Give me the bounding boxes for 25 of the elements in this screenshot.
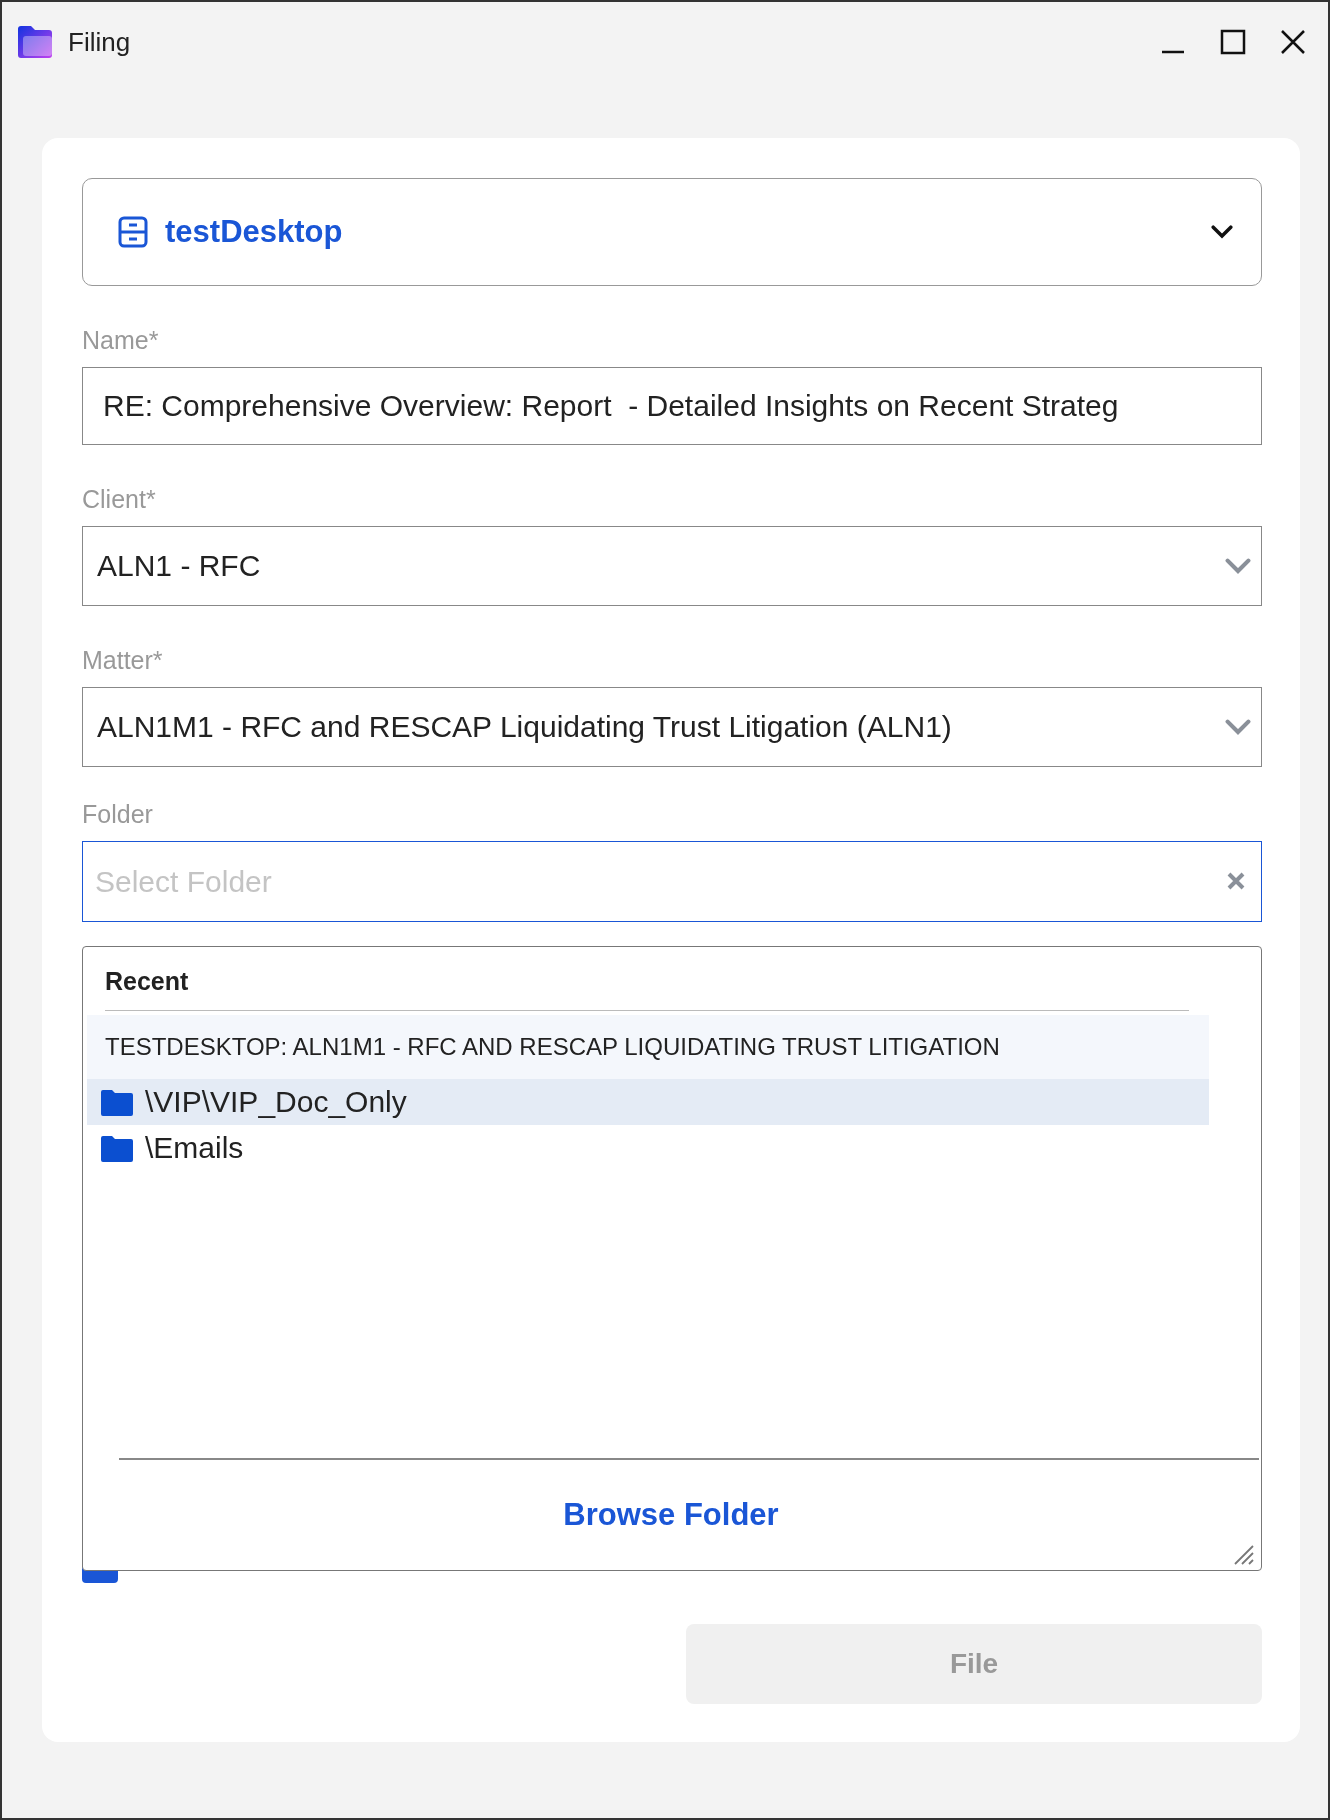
- clear-icon[interactable]: [1226, 871, 1246, 891]
- close-icon[interactable]: [1280, 29, 1306, 55]
- field-label: Folder: [82, 800, 154, 829]
- folder-item[interactable]: \Emails: [87, 1125, 1209, 1171]
- folder-icon: [101, 1088, 133, 1116]
- chevron-down-icon: [1225, 719, 1251, 735]
- app-folder-icon: [16, 25, 54, 59]
- chevron-down-icon: [1211, 225, 1233, 239]
- group-heading: TESTDESKTOP: ALN1M1 - RFC AND RESCAP LIQUIDATING TRUST LITIGATION: [87, 1015, 1209, 1079]
- name-field[interactable]: RE: Comprehensive Overview: Report - Detailed Insights on Recent Strateg: [82, 367, 1262, 445]
- folder-field[interactable]: Select Folder: [82, 841, 1262, 922]
- chevron-down-icon: [1225, 558, 1251, 574]
- cabinet-icon: [117, 216, 149, 248]
- maximize-icon[interactable]: [1220, 29, 1246, 55]
- field-label: Matter*: [82, 646, 164, 675]
- field-label: Name*: [82, 326, 160, 355]
- window-title: Filing: [68, 26, 132, 58]
- folder-icon: [101, 1134, 133, 1162]
- select-field[interactable]: ALN1 - RFC: [82, 526, 1262, 606]
- browse-folder-link[interactable]: Browse Folder: [557, 1496, 785, 1534]
- select-field[interactable]: ALN1M1 - RFC and RESCAP Liquidating Trust Litigation (ALN1): [82, 687, 1262, 767]
- section-heading: Recent: [105, 947, 1189, 1011]
- library-dropdown[interactable]: testDesktop: [82, 178, 1262, 286]
- folder-item[interactable]: \VIP\VIP_Doc_Only: [87, 1079, 1209, 1125]
- field-label: Client*: [82, 485, 157, 514]
